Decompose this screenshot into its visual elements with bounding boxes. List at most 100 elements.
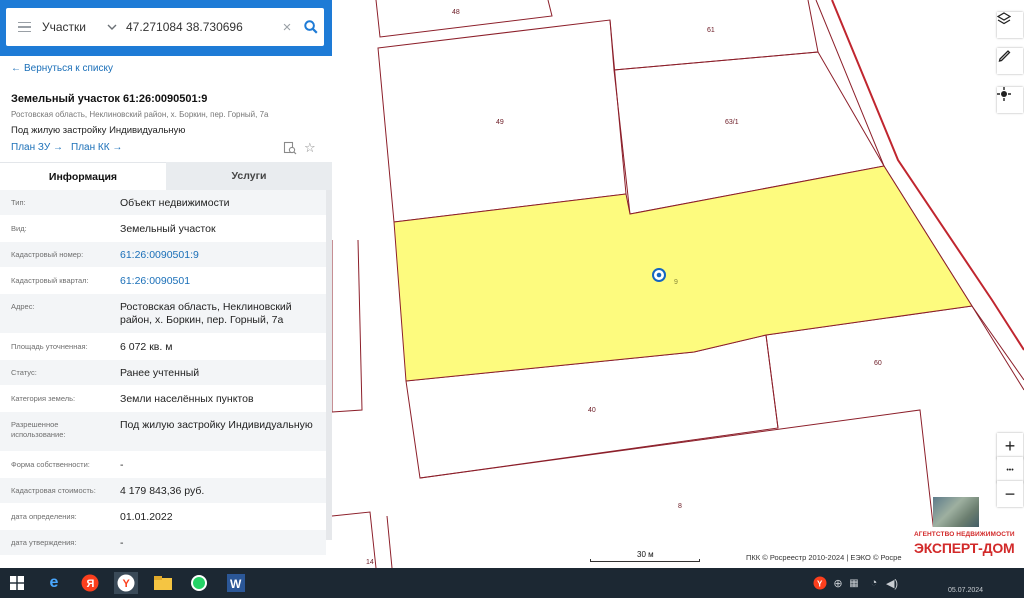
windows-start-icon[interactable] (5, 572, 29, 594)
row-key: Адрес: (11, 302, 35, 311)
back-to-list-link[interactable]: ← Вернуться к списку (11, 63, 113, 74)
tab-services[interactable]: Услуги (166, 162, 332, 190)
search-bar: Участки × (0, 0, 332, 56)
row-value: 4 179 843,36 руб. (120, 485, 205, 497)
plan-zu-label: План ЗУ (11, 142, 51, 153)
word-icon[interactable]: W (224, 572, 248, 594)
table-row: Тип: Объект недвижимости (0, 190, 326, 216)
crosshair-icon (997, 87, 1011, 101)
edge-icon[interactable]: e (42, 572, 66, 594)
parcel-label: 40 (588, 407, 596, 414)
yandex-icon[interactable]: Я (78, 572, 102, 594)
row-key: Кадастровая стоимость: (11, 486, 96, 495)
watermark-top: АГЕНТСТВО НЕДВИЖИМОСТИ (914, 531, 1015, 538)
cadastral-quarter-link[interactable]: 61:26:0090501 (112, 268, 326, 293)
table-row: Вид: Земельный участок (0, 216, 326, 242)
measure-button[interactable] (997, 48, 1023, 74)
arrow-right-icon: → (112, 142, 123, 153)
map-view[interactable]: 48 61 49 63/1 9 60 40 8 14 + ••• − 30 м … (332, 0, 1024, 568)
parcel-outline (386, 515, 393, 568)
arrow-right-icon: → (52, 142, 63, 153)
row-value: 01.01.2022 (120, 511, 173, 523)
my-location-button[interactable] (997, 87, 1023, 113)
parcel-outline (419, 409, 939, 568)
row-key: Площадь уточненная: (11, 342, 88, 351)
row-value: - (120, 459, 124, 471)
file-explorer-icon[interactable] (151, 572, 175, 594)
table-row: Разрешенное использование: Под жилую заст… (0, 412, 326, 452)
svg-text:Y: Y (817, 580, 823, 589)
row-value: Земельный участок (120, 223, 216, 235)
scale-label: 30 м (637, 550, 654, 559)
more-button[interactable]: ••• (997, 457, 1023, 483)
table-row: Форма собственности: - (0, 452, 326, 478)
whatsapp-icon[interactable] (187, 572, 211, 594)
object-title: Земельный участок 61:26:0090501:9 (11, 93, 208, 105)
parcel-label: 9 (674, 279, 678, 286)
row-key: Тип: (11, 198, 26, 207)
star-icon[interactable]: ☆ (304, 140, 316, 156)
info-panel: Участки × ←Вернуться к списку Земельный … (0, 0, 332, 568)
document-search-icon[interactable] (283, 141, 297, 160)
svg-text:Y: Y (123, 578, 131, 590)
parcel-label: 8 (678, 503, 682, 510)
svg-text:W: W (230, 577, 242, 591)
parcel-outline (332, 239, 363, 413)
row-key: Кадастровый квартал: (11, 276, 89, 285)
parcel-label: 63/1 (725, 119, 739, 126)
table-row: Категория земель: Земли населённых пункто… (0, 386, 326, 412)
menu-icon[interactable] (6, 8, 42, 46)
clear-icon[interactable]: × (276, 19, 298, 36)
tab-information[interactable]: Информация (0, 162, 166, 190)
table-row: дата утверждения: - (0, 530, 326, 556)
parcel-label: 61 (707, 27, 715, 34)
row-value: 6 072 кв. м (120, 341, 173, 353)
chevron-down-icon[interactable] (104, 8, 120, 46)
table-row: Статус: Ранее учтенный (0, 360, 326, 386)
scale-bar (590, 559, 700, 562)
tab-bar: Информация Услуги (0, 162, 332, 190)
parcel-label: 14 (366, 559, 374, 566)
parcel-label: 60 (874, 360, 882, 367)
map-copyright: ПКК © Росреестр 2010-2024 | ЕЭКО © Росре (746, 553, 902, 562)
row-key: дата определения: (11, 512, 77, 521)
cadastral-number-link[interactable]: 61:26:0090501:9 (112, 242, 326, 267)
back-link-label: Вернуться к списку (24, 63, 113, 74)
volume-icon[interactable]: ◀) (880, 572, 904, 594)
row-key: Статус: (11, 368, 37, 377)
yandex-browser-icon[interactable]: Y (114, 572, 138, 594)
row-key: Разрешенное использование: (11, 420, 66, 439)
object-address: Ростовская область, Неклиновский район, … (11, 110, 269, 119)
zoom-in-button[interactable]: + (997, 433, 1023, 459)
parcel-map: 48 61 49 63/1 9 60 40 8 14 (332, 0, 1024, 568)
plan-kk-link[interactable]: План КК → (71, 142, 122, 153)
row-key: Кадастровый номер: (11, 250, 84, 259)
info-table: Тип: Объект недвижимости Вид: Земельный уч… (0, 190, 326, 556)
tray-date: 05.07.2024 (948, 587, 984, 594)
row-value: - (120, 537, 124, 549)
row-value: Ростовская область, Неклиновский район, … (120, 301, 292, 326)
parcel-outline (375, 0, 553, 38)
svg-text:Я: Я (87, 578, 95, 590)
search-category-select[interactable]: Участки (42, 20, 104, 34)
selected-parcel-9 (393, 165, 973, 382)
table-row: Площадь уточненная: 6 072 кв. м (0, 334, 326, 360)
table-row: Кадастровая стоимость: 4 179 843,36 руб. (0, 478, 326, 504)
zoom-out-button[interactable]: − (997, 481, 1023, 507)
object-use: Под жилую застройку Индивидуальную (11, 125, 186, 136)
row-value: Земли населённых пунктов (120, 393, 254, 405)
layers-icon (997, 12, 1011, 25)
plan-zu-link[interactable]: План ЗУ → (11, 142, 63, 153)
search-input[interactable] (126, 20, 276, 34)
search-icon[interactable] (298, 8, 324, 46)
row-value: Объект недвижимости (120, 197, 230, 209)
row-key: Вид: (11, 224, 27, 233)
layers-button[interactable] (997, 12, 1023, 38)
table-row: Кадастровый квартал: 61:26:0090501 (0, 268, 326, 294)
arrow-left-icon: ← (11, 63, 21, 74)
parcel-outline (609, 0, 819, 71)
row-value: Под жилую застройку Индивидуальную (120, 419, 313, 431)
basemap-switcher[interactable] (933, 497, 979, 529)
search-box: Участки × (6, 8, 324, 46)
parcel-label: 49 (496, 119, 504, 126)
